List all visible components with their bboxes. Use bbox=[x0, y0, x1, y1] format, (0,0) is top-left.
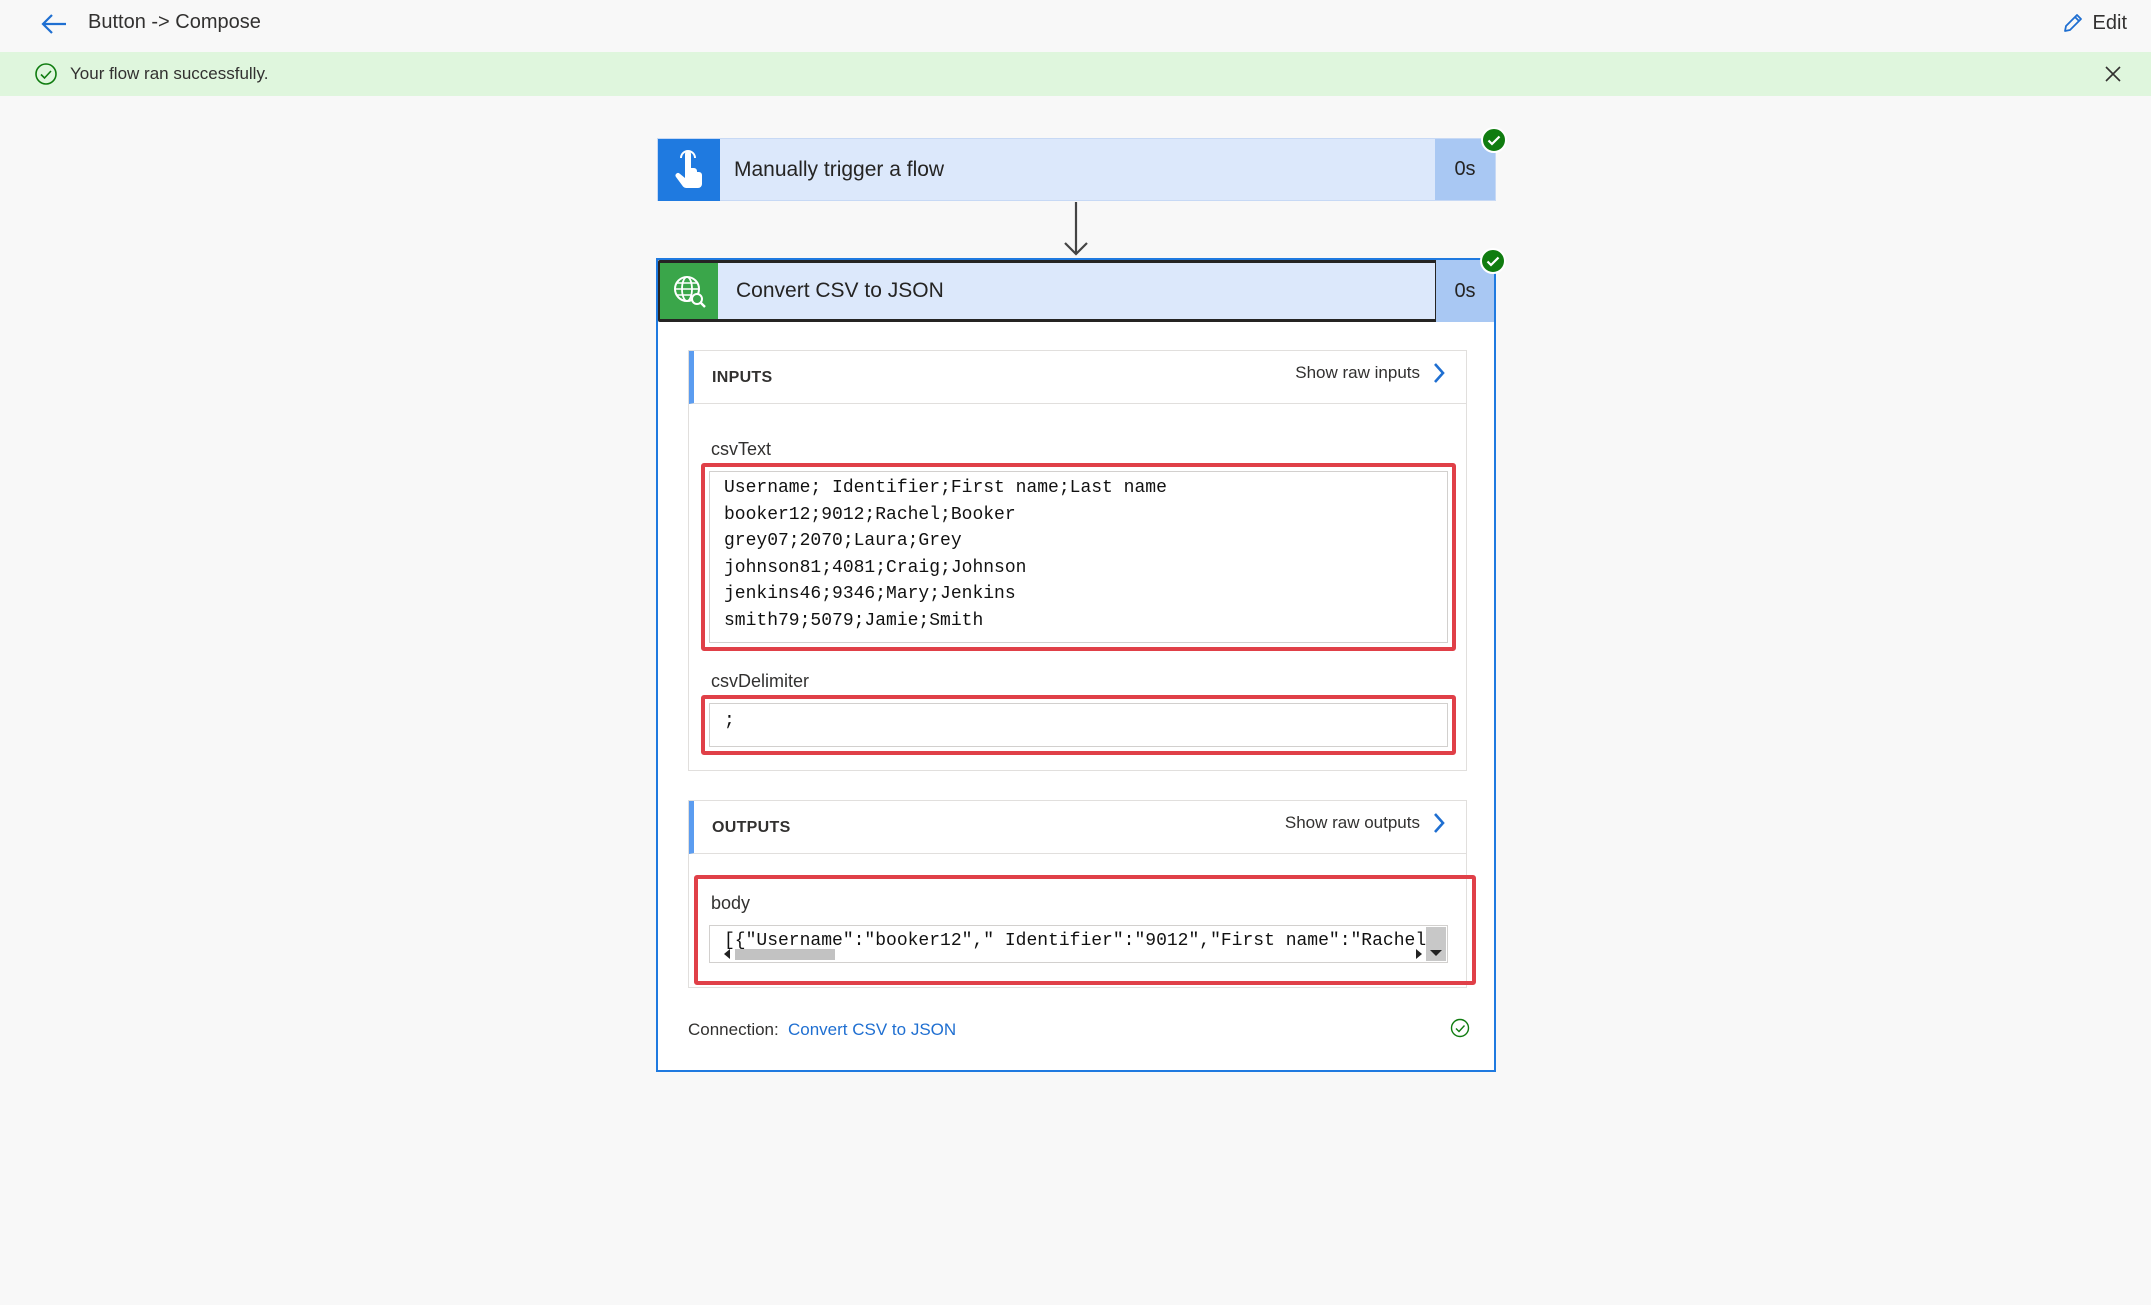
pencil-icon bbox=[2063, 14, 2082, 32]
check-circle-icon bbox=[35, 63, 57, 85]
action-step-card: Convert CSV to JSON 0s INPUTS Show raw i… bbox=[656, 258, 1496, 1072]
inputs-section: INPUTS Show raw inputs csvText Username;… bbox=[688, 350, 1467, 771]
trigger-icon-tile bbox=[658, 139, 720, 201]
show-raw-inputs-label: Show raw inputs bbox=[1295, 363, 1420, 382]
edit-label: Edit bbox=[2092, 11, 2127, 34]
show-raw-inputs-button[interactable]: Show raw inputs bbox=[1295, 362, 1446, 384]
success-check-icon bbox=[1480, 248, 1506, 274]
horizontal-scroll-thumb[interactable] bbox=[735, 949, 835, 960]
scroll-down-icon[interactable] bbox=[1430, 949, 1442, 957]
outputs-section: OUTPUTS Show raw outputs body [{"Usernam… bbox=[688, 800, 1476, 988]
connection-label: Connection: bbox=[688, 1020, 779, 1039]
horizontal-scrollbar[interactable] bbox=[723, 947, 1423, 961]
connector-arrow bbox=[1064, 202, 1088, 256]
chevron-right-icon bbox=[1434, 813, 1445, 833]
success-check-icon bbox=[1481, 127, 1507, 153]
close-icon[interactable] bbox=[2103, 64, 2123, 84]
body-label: body bbox=[711, 893, 751, 913]
csvdelimiter-label: csvDelimiter bbox=[711, 671, 810, 691]
csvtext-label: csvText bbox=[711, 439, 772, 459]
outputs-section-header: OUTPUTS Show raw outputs bbox=[689, 801, 1466, 854]
show-raw-outputs-label: Show raw outputs bbox=[1284, 813, 1420, 832]
outputs-label: OUTPUTS bbox=[712, 819, 791, 836]
edit-button[interactable]: Edit bbox=[2061, 8, 2127, 38]
trigger-step-card[interactable]: Manually trigger a flow 0s bbox=[657, 138, 1496, 201]
show-raw-outputs-button[interactable]: Show raw outputs bbox=[1285, 812, 1446, 834]
inputs-section-header: INPUTS Show raw inputs bbox=[689, 351, 1466, 404]
csvtext-value[interactable]: Username; Identifier;First name;Last nam… bbox=[709, 471, 1448, 643]
banner-message: Your flow ran successfully. bbox=[70, 64, 269, 83]
scroll-left-icon[interactable] bbox=[723, 949, 731, 959]
globe-search-icon bbox=[674, 276, 706, 308]
scroll-right-icon[interactable] bbox=[1415, 949, 1423, 959]
inputs-label: INPUTS bbox=[712, 369, 773, 386]
connection-ok-icon bbox=[1450, 1018, 1470, 1038]
trigger-step-title: Manually trigger a flow bbox=[734, 158, 945, 181]
top-bar: Button -> Compose Edit bbox=[0, 0, 2151, 50]
csvdelimiter-value[interactable]: ; bbox=[709, 703, 1448, 747]
connection-link[interactable]: Convert CSV to JSON bbox=[788, 1020, 956, 1040]
hand-pointer-icon bbox=[675, 150, 702, 188]
page-title: Button -> Compose bbox=[88, 11, 261, 33]
success-banner: Your flow ran successfully. bbox=[0, 52, 2151, 96]
chevron-right-icon bbox=[1434, 363, 1445, 383]
back-button[interactable] bbox=[38, 9, 70, 39]
back-arrow-icon bbox=[41, 14, 66, 34]
action-step-header[interactable]: Convert CSV to JSON 0s bbox=[658, 260, 1494, 322]
vertical-scrollbar[interactable] bbox=[1426, 927, 1446, 961]
action-step-title: Convert CSV to JSON bbox=[736, 279, 944, 302]
action-icon-tile bbox=[660, 263, 718, 319]
